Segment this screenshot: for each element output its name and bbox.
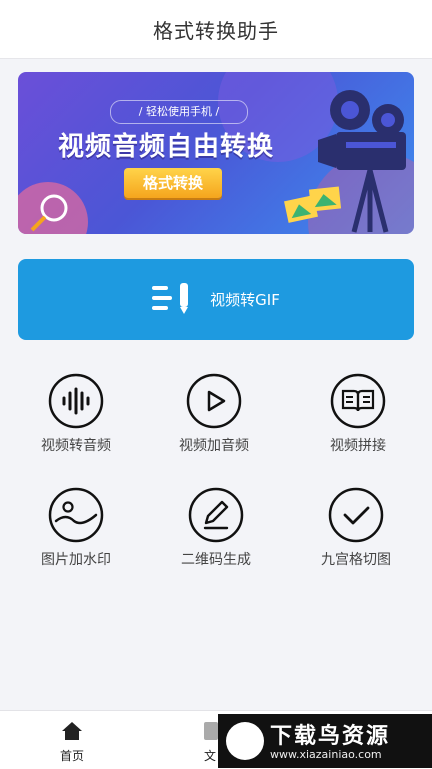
gif-card-label: 视频转GIF bbox=[210, 291, 280, 309]
tab-home[interactable]: 首页 bbox=[32, 721, 112, 764]
book-icon bbox=[330, 373, 386, 429]
tool-video-add-audio[interactable]: 视频加音频 bbox=[154, 373, 274, 459]
home-icon bbox=[32, 721, 112, 745]
app-header: 格式转换助手 bbox=[0, 0, 432, 59]
tool-grid-crop[interactable]: 九宫格切图 bbox=[296, 487, 416, 573]
promo-banner[interactable]: / 轻松使用手机 / 视频音频自由转换 格式转换 bbox=[18, 72, 414, 234]
format-convert-button[interactable]: 格式转换 bbox=[124, 168, 222, 198]
site-watermark: 下载鸟资源 www.xiazainiao.com bbox=[218, 714, 432, 768]
check-icon bbox=[328, 487, 384, 543]
tab-home-label: 首页 bbox=[59, 749, 84, 763]
watermark-logo-icon bbox=[226, 722, 264, 760]
text-edit-icon bbox=[152, 281, 194, 319]
pencil-icon bbox=[188, 487, 244, 543]
tool-label: 视频加音频 bbox=[179, 438, 249, 454]
landscape-icon bbox=[48, 487, 104, 543]
play-icon bbox=[186, 373, 242, 429]
tool-label: 九宫格切图 bbox=[321, 552, 391, 568]
tool-label: 图片加水印 bbox=[41, 552, 111, 568]
video-to-gif-card[interactable]: 视频转GIF bbox=[18, 259, 414, 340]
watermark-title: 下载鸟资源 bbox=[270, 724, 391, 749]
watermark-url: www.xiazainiao.com bbox=[270, 748, 382, 761]
tool-image-watermark[interactable]: 图片加水印 bbox=[16, 487, 136, 573]
banner-subtitle: / 轻松使用手机 / bbox=[110, 100, 248, 124]
tool-label: 视频转音频 bbox=[41, 438, 111, 454]
tool-video-merge[interactable]: 视频拼接 bbox=[298, 373, 418, 459]
tool-video-to-audio[interactable]: 视频转音频 bbox=[16, 373, 136, 459]
tool-label: 二维码生成 bbox=[181, 552, 251, 568]
banner-headline: 视频音频自由转换 bbox=[58, 132, 275, 162]
audio-wave-icon bbox=[48, 373, 104, 429]
tool-label: 视频拼接 bbox=[330, 438, 386, 454]
tool-qrcode-generate[interactable]: 二维码生成 bbox=[156, 487, 276, 573]
page-title: 格式转换助手 bbox=[153, 18, 279, 43]
